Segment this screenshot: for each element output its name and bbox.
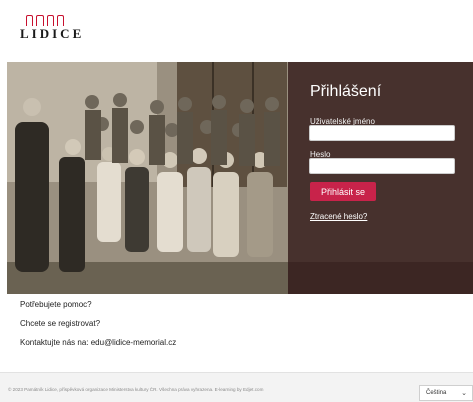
language-value: Čeština <box>426 390 447 396</box>
logo-text: LIDICE <box>20 26 85 41</box>
copyright-text: © 2023 Památník Lidice, příspěvková orga… <box>8 387 264 392</box>
login-panel: Přihlášení Uživatelské jméno Heslo Přihl… <box>288 62 473 294</box>
hero-section: Přihlášení Uživatelské jméno Heslo Přihl… <box>7 62 473 294</box>
footer: © 2023 Památník Lidice, příspěvková orga… <box>0 372 473 402</box>
chevron-down-icon: ⌄ <box>461 390 467 397</box>
help-link[interactable]: Potřebujete pomoc? <box>20 300 176 319</box>
login-button[interactable]: Přihlásit se <box>310 182 376 201</box>
register-link[interactable]: Chcete se registrovat? <box>20 319 176 338</box>
username-input[interactable] <box>309 125 455 141</box>
lidice-logo[interactable]: LIDICE <box>18 15 81 45</box>
login-title: Přihlášení <box>310 83 382 100</box>
forgot-password-link[interactable]: Ztracené heslo? <box>310 212 367 221</box>
logo-mark-icon <box>26 15 64 26</box>
language-select[interactable]: Čeština ⌄ <box>419 385 473 401</box>
contact-text: Kontaktujte nás na: edu@lidice-memorial.… <box>20 338 177 347</box>
header: LIDICE <box>0 0 473 62</box>
password-input[interactable] <box>309 158 455 174</box>
help-links: Potřebujete pomoc? Chcete se registrovat… <box>20 300 176 357</box>
